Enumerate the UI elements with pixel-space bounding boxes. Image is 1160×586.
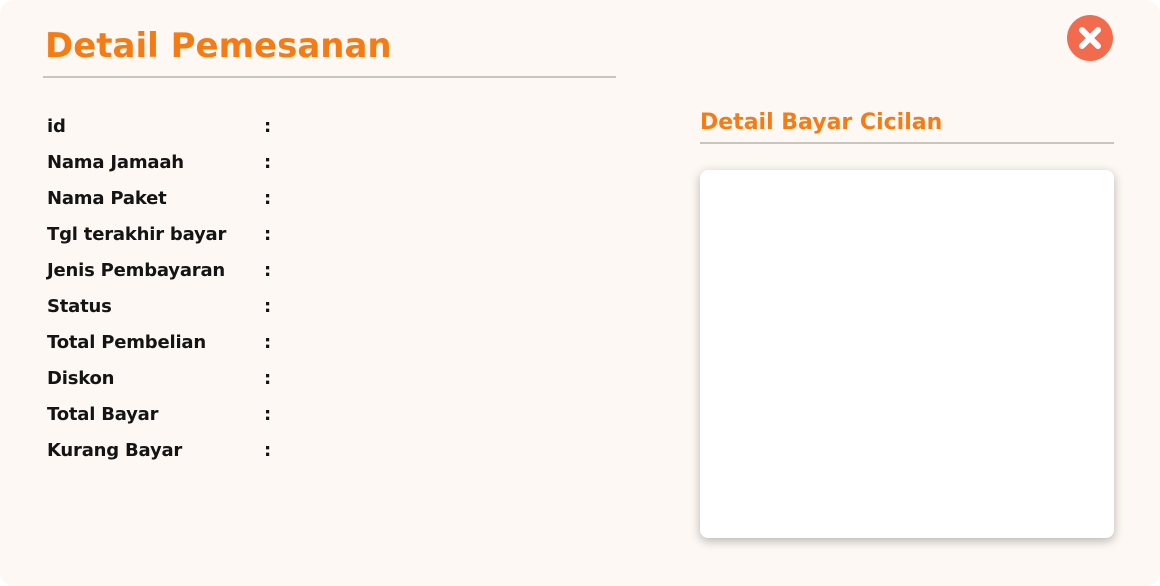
detail-separator: : <box>264 224 272 245</box>
detail-label: Jenis Pembayaran <box>47 260 226 281</box>
detail-label: Diskon <box>47 368 115 389</box>
detail-separator: : <box>264 188 272 209</box>
installment-divider <box>700 142 1114 144</box>
detail-row-id: id : <box>47 109 287 145</box>
detail-row-kurang-bayar: Kurang Bayar : <box>47 433 287 469</box>
detail-separator: : <box>264 404 272 425</box>
title-divider <box>43 76 616 78</box>
modal-title: Detail Pemesanan <box>45 26 392 66</box>
installment-section-title: Detail Bayar Cicilan <box>700 110 943 135</box>
detail-separator: : <box>264 116 272 137</box>
detail-label: Nama Paket <box>47 188 167 209</box>
detail-separator: : <box>264 368 272 389</box>
detail-separator: : <box>264 332 272 353</box>
detail-label: Total Pembelian <box>47 332 206 353</box>
detail-separator: : <box>264 440 272 461</box>
close-icon <box>1079 27 1101 49</box>
order-detail-modal: Detail Pemesanan id : Nama Jamaah : Nama… <box>0 0 1160 586</box>
detail-label: Nama Jamaah <box>47 152 184 173</box>
detail-row-total-bayar: Total Bayar : <box>47 397 287 433</box>
detail-separator: : <box>264 152 272 173</box>
detail-label: id <box>47 116 66 137</box>
detail-row-nama-jamaah: Nama Jamaah : <box>47 145 287 181</box>
detail-row-diskon: Diskon : <box>47 361 287 397</box>
detail-separator: : <box>264 260 272 281</box>
detail-row-status: Status : <box>47 289 287 325</box>
installment-panel <box>700 170 1114 538</box>
detail-row-jenis-pembayaran: Jenis Pembayaran : <box>47 253 287 289</box>
detail-row-total-pembelian: Total Pembelian : <box>47 325 287 361</box>
detail-separator: : <box>264 296 272 317</box>
detail-row-nama-paket: Nama Paket : <box>47 181 287 217</box>
detail-label: Total Bayar <box>47 404 159 425</box>
order-detail-list: id : Nama Jamaah : Nama Paket : Tgl tera… <box>47 109 287 469</box>
close-button[interactable] <box>1067 15 1113 61</box>
detail-label: Status <box>47 296 112 317</box>
detail-label: Kurang Bayar <box>47 440 183 461</box>
detail-label: Tgl terakhir bayar <box>47 224 227 245</box>
detail-row-tgl-terakhir-bayar: Tgl terakhir bayar : <box>47 217 287 253</box>
